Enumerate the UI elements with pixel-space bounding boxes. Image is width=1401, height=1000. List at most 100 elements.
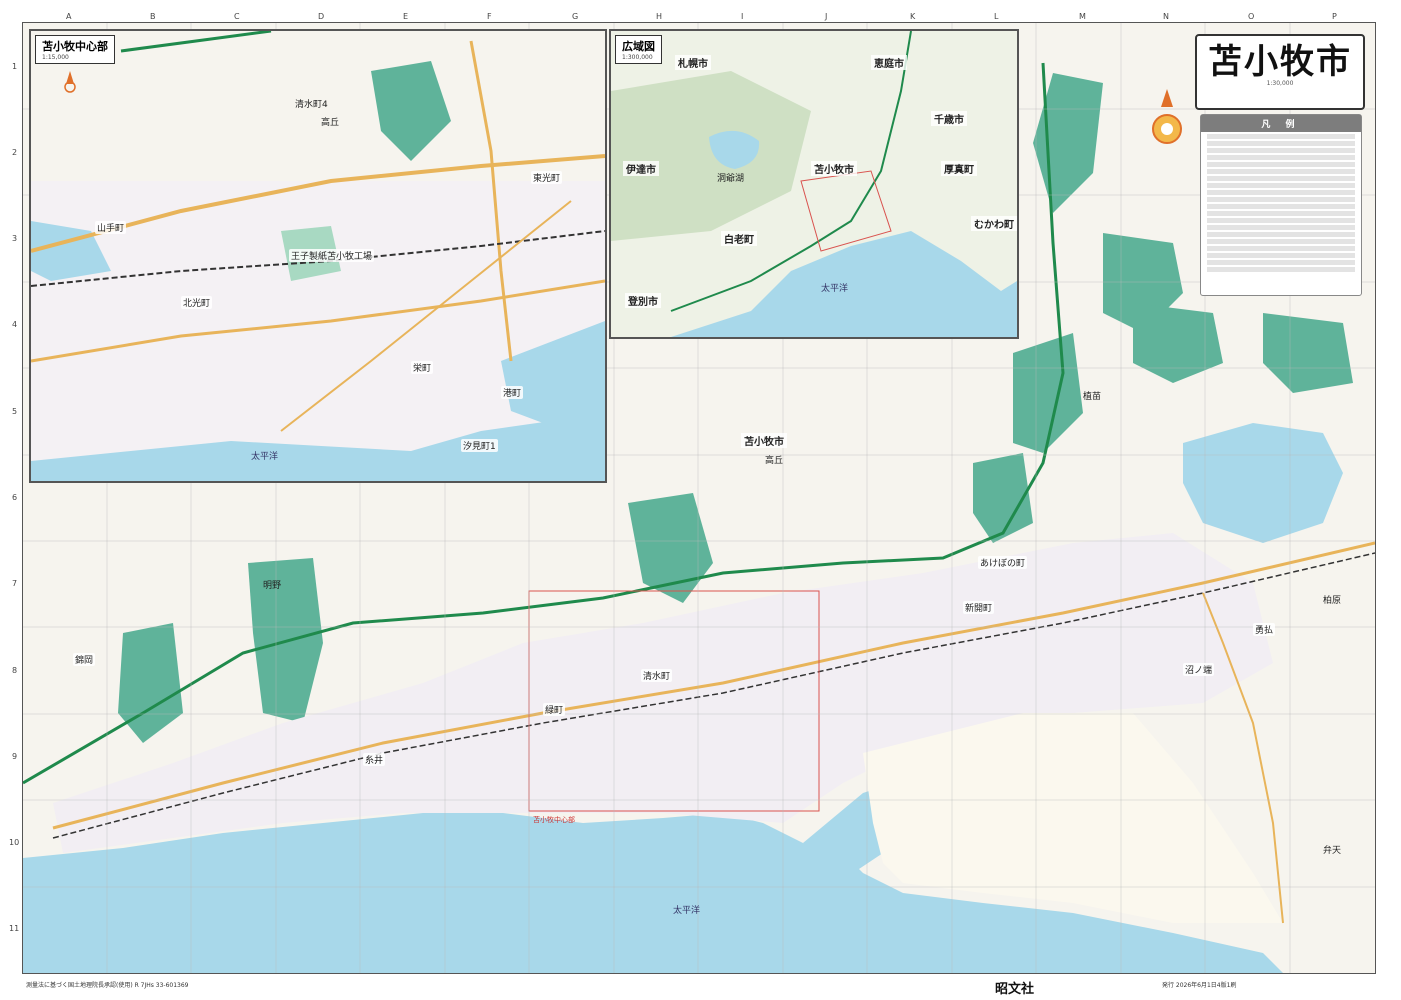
inset-label-sakae: 栄町 (411, 361, 434, 374)
green-area-nishi (118, 623, 183, 743)
green-area-east-5 (1263, 313, 1353, 393)
wide-label-pacific: 太平洋 (821, 284, 849, 294)
footer-publication-date: 発行 2026年6月1日4版1刷 (1162, 982, 1237, 989)
legend-row (1207, 197, 1355, 202)
legend-row (1207, 169, 1355, 174)
legend-row (1207, 155, 1355, 160)
legend-title: 凡 例 (1201, 115, 1361, 132)
label-takaoka-main: 高丘 (765, 456, 784, 466)
label-kiyomizu-main: 清水町 (641, 669, 673, 682)
wide-label-atsuma: 厚真町 (941, 161, 977, 176)
legend-row (1207, 232, 1355, 237)
wide-label-date: 伊達市 (623, 161, 659, 176)
col-letter: D (318, 12, 325, 21)
wide-label-chitose: 千歳市 (931, 111, 967, 126)
row-number: 5 (12, 407, 18, 416)
legend-row (1207, 176, 1355, 181)
col-letter: E (403, 12, 409, 21)
legend-row (1207, 190, 1355, 195)
wide-label-mukawa: むかわ町 (971, 216, 1017, 231)
map-legend[interactable]: 凡 例 (1200, 114, 1362, 296)
compass-rose-icon (1145, 89, 1189, 153)
label-tomakomai-city: 苫小牧市 (741, 433, 787, 448)
legend-row (1207, 239, 1355, 244)
col-letter: H (656, 12, 663, 21)
inset-wide[interactable]: 広域図 1:300,000 札幌市 恵庭市 伊達市 白老町 登別市 苫小牧市 千… (609, 29, 1019, 339)
label-benten: 弁天 (1323, 846, 1342, 856)
wide-label-tomakomai: 苫小牧市 (811, 161, 857, 176)
legend-row (1207, 253, 1355, 258)
industrial-area (863, 713, 1283, 923)
wide-label-sapporo: 札幌市 (675, 55, 711, 70)
label-yufutsu: 勇払 (1253, 623, 1276, 636)
row-number: 10 (9, 838, 20, 847)
legend-row (1207, 267, 1355, 272)
row-number: 2 (12, 148, 18, 157)
inset-wide-map[interactable] (611, 31, 1017, 337)
legend-row (1207, 218, 1355, 223)
inset-center-scale: 1:15,000 (42, 54, 69, 61)
col-letter: C (234, 12, 240, 21)
row-number: 4 (12, 320, 18, 329)
legend-row (1207, 204, 1355, 209)
col-letter: L (994, 12, 999, 21)
inset-wide-boundary (800, 170, 892, 252)
inset-center-title-text: 苫小牧中心部 (42, 40, 108, 53)
label-nishikioka: 錦岡 (73, 653, 96, 666)
row-number: 7 (12, 579, 18, 588)
publisher-logo: 昭文社 (995, 978, 1034, 997)
inset-center-road2 (31, 279, 605, 363)
inset-label-oji: 王子製紙苫小牧工場 (289, 249, 375, 262)
row-number: 11 (9, 924, 20, 933)
inset-label-kiyomizu: 清水町4 (295, 100, 328, 110)
col-letter: G (572, 12, 579, 21)
inset-label-kitakoyo: 北光町 (181, 296, 213, 309)
lake-utonai (1183, 423, 1343, 543)
inset-wide-title-text: 広域図 (622, 40, 655, 53)
col-letter: O (1248, 12, 1255, 21)
col-letter: F (487, 12, 492, 21)
map-title-box: 苫小牧市 1:30,000 (1195, 34, 1365, 110)
green-area-east-4 (1133, 303, 1223, 383)
wide-label-shiraoi: 白老町 (721, 231, 757, 246)
row-number: 3 (12, 234, 18, 243)
inset-label-yamate: 山手町 (95, 221, 127, 234)
row-number: 6 (12, 493, 18, 502)
col-letter: A (66, 12, 72, 21)
col-letter: P (1332, 12, 1337, 21)
legend-row (1207, 260, 1355, 265)
legend-row (1207, 225, 1355, 230)
inset-label-minato: 港町 (501, 386, 524, 399)
col-letter: J (825, 12, 828, 21)
inset-label-shiomi: 汐見町1 (461, 439, 498, 452)
col-letter: K (910, 12, 916, 21)
row-number: 1 (12, 62, 18, 71)
label-shinkai: 新開町 (963, 601, 995, 614)
footer-survey-note: 測量法に基づく国土地理院長承認(使用) R 7JHs 33-601369 (26, 982, 189, 989)
wide-label-noboribetsu: 登別市 (625, 293, 661, 308)
label-midori: 緑町 (543, 703, 566, 716)
label-numanohata: 沼ノ端 (1183, 663, 1215, 676)
publisher-name: 昭文社 (995, 982, 1035, 997)
green-area-takaoka (628, 493, 713, 603)
inset-label-higashi: 東光町 (531, 171, 563, 184)
label-akebono: あけぼの町 (978, 556, 1028, 569)
inset-label-pacific: 太平洋 (251, 452, 279, 462)
map-frame[interactable]: 苫小牧市 高丘 錦岡 糸井 緑町 清水町 勇払 沼ノ端 あけぼの町 新開町 太平… (22, 22, 1376, 974)
inset-label-takaoka: 高丘 (321, 118, 340, 128)
legend-row (1207, 162, 1355, 167)
legend-row (1207, 211, 1355, 216)
label-ueno: 植苗 (1083, 392, 1102, 402)
legend-row (1207, 148, 1355, 153)
inset-wide-scale: 1:300,000 (622, 54, 653, 61)
inset-center-title: 苫小牧中心部 1:15,000 (35, 35, 115, 64)
wide-label-toya: 洞爺湖 (717, 174, 745, 184)
legend-row (1207, 246, 1355, 251)
label-akeno: 明野 (263, 581, 282, 591)
inset-center[interactable]: 苫小牧中心部 1:15,000 清水町4 高丘 王子製紙苫小牧工場 東光町 北光… (29, 29, 607, 483)
row-number: 9 (12, 752, 18, 761)
map-footer: 測量法に基づく国土地理院長承認(使用) R 7JHs 33-601369 発行 … (22, 976, 1374, 998)
inset-wide-mountains (611, 71, 811, 241)
legend-row (1207, 141, 1355, 146)
label-itoi: 糸井 (363, 753, 386, 766)
